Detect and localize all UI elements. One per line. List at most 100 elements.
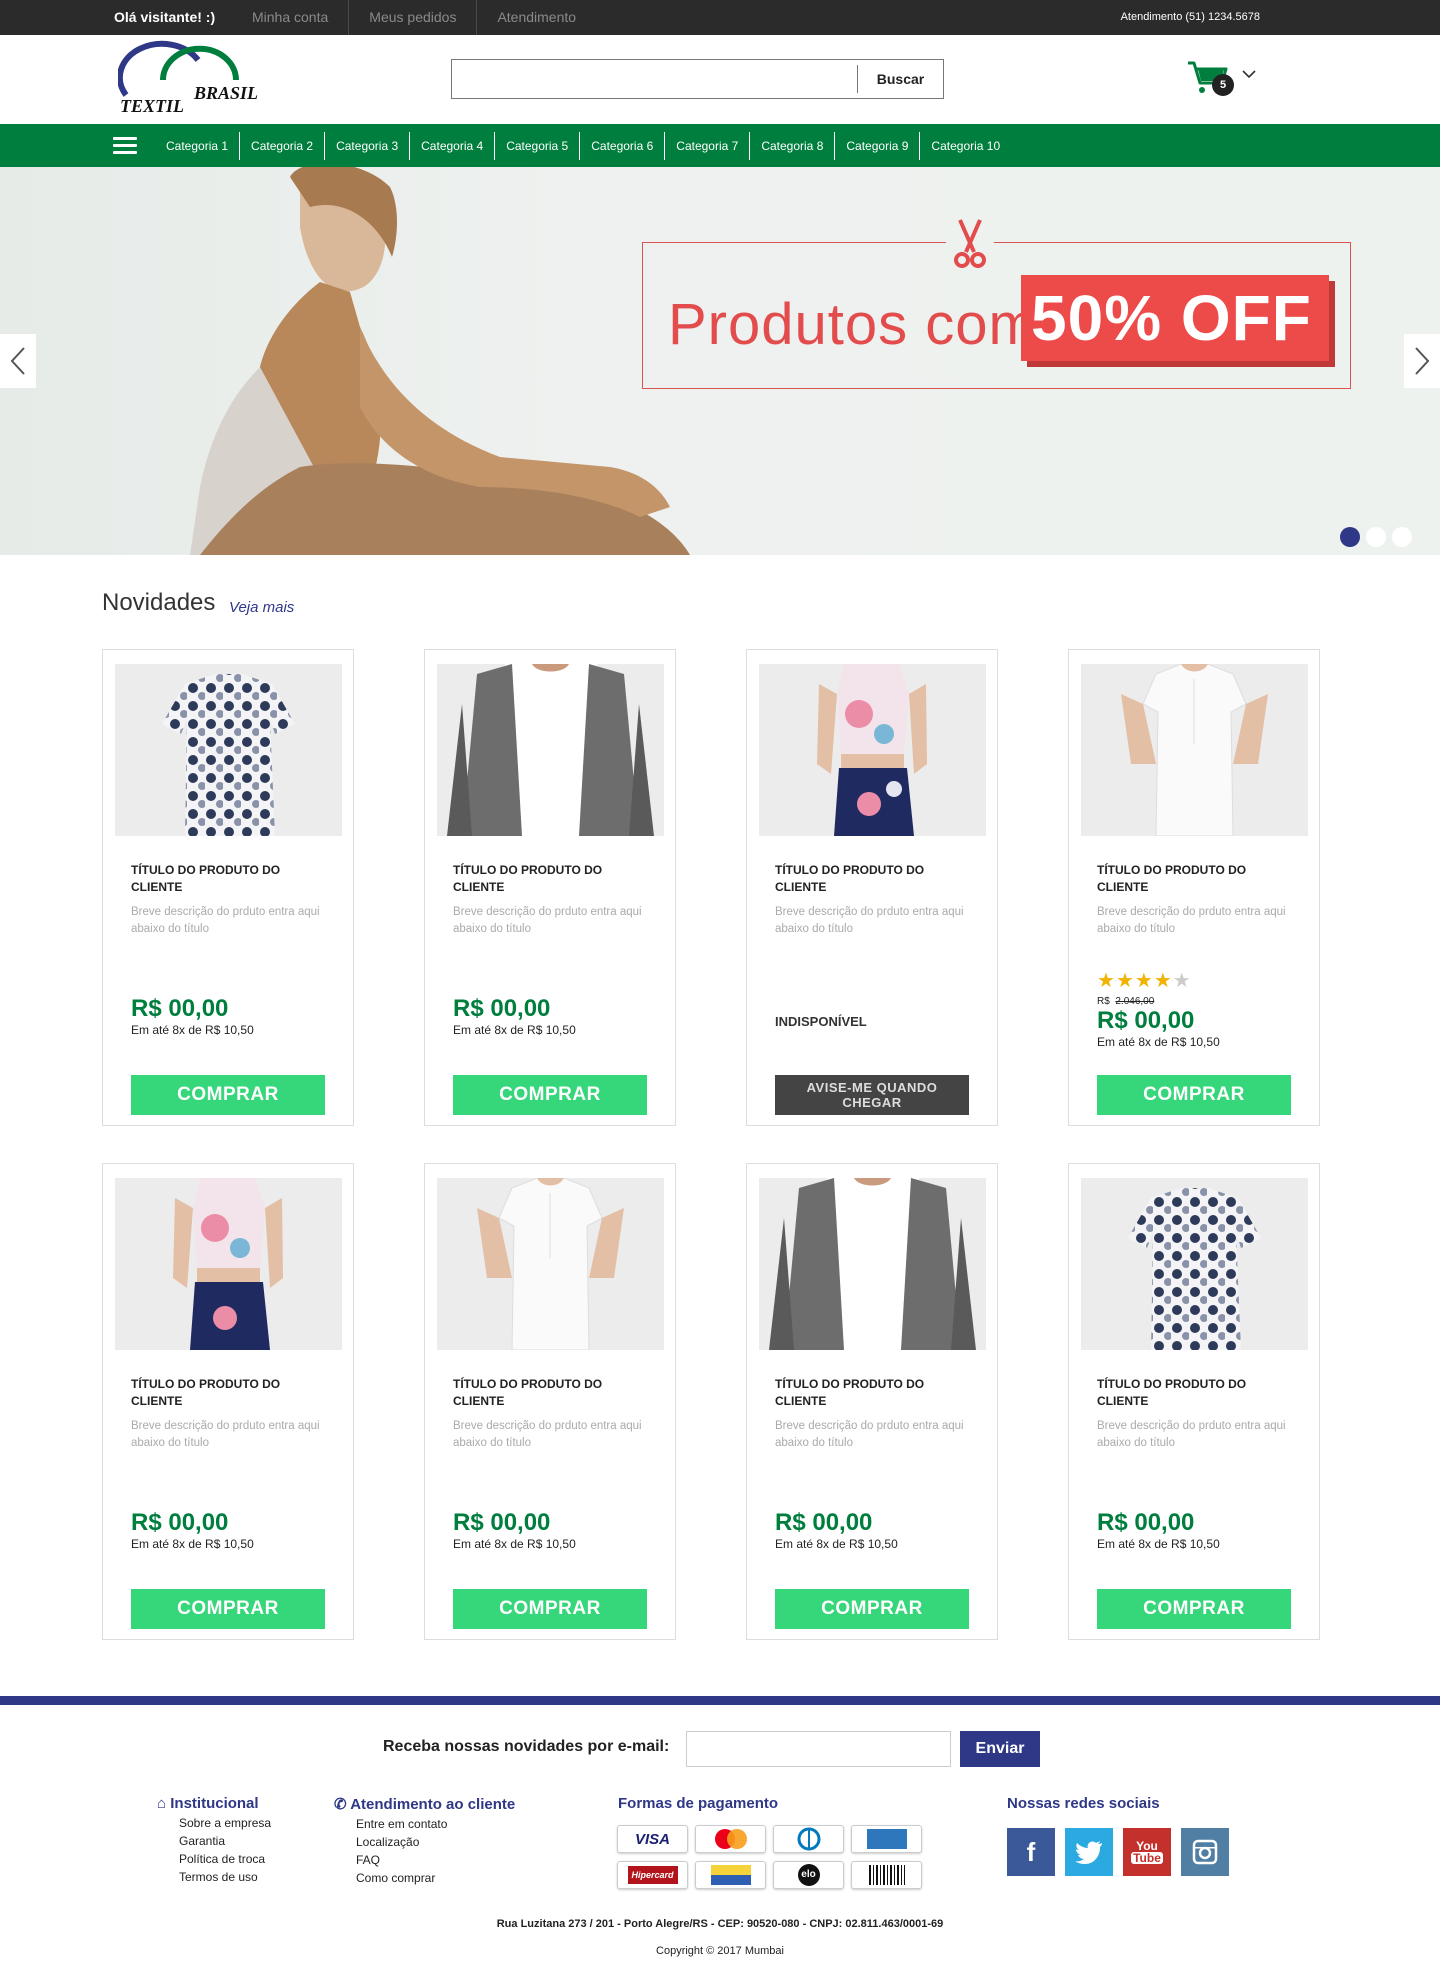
buy-button[interactable]: COMPRAR — [453, 1589, 647, 1629]
see-more-link[interactable]: Veja mais — [229, 599, 294, 616]
diners-icon — [773, 1825, 844, 1853]
instagram-icon[interactable] — [1181, 1828, 1229, 1876]
category-nav: Categoria 1 Categoria 2 Categoria 3 Cate… — [0, 124, 1440, 167]
product-installments: Em até 8x de R$ 10,50 — [453, 1537, 576, 1551]
product-description: Breve descrição do prduto entra aqui aba… — [131, 1420, 320, 1449]
twitter-icon[interactable] — [1065, 1828, 1113, 1876]
newsletter-email-input[interactable] — [686, 1731, 951, 1767]
footer-link[interactable]: Garantia — [179, 1832, 271, 1850]
scissors-icon — [946, 218, 994, 270]
nav-category-4[interactable]: Categoria 4 — [410, 131, 496, 160]
product-card[interactable]: Título do produto do cliente Breve descr… — [102, 1163, 354, 1640]
star-icon: ★ — [1097, 970, 1116, 992]
nav-category-10[interactable]: Categoria 10 — [920, 132, 1011, 160]
product-card[interactable]: Título do produto do cliente Breve descr… — [1068, 1163, 1320, 1640]
product-title[interactable]: Título do produto do cliente — [775, 862, 975, 896]
nav-category-3[interactable]: Categoria 3 — [325, 131, 411, 160]
header: BRASIL TEXTIL Buscar 5 — [0, 35, 1440, 124]
footer-link[interactable]: Termos de uso — [179, 1868, 271, 1886]
product-title[interactable]: Título do produto do cliente — [453, 1376, 653, 1410]
product-image[interactable] — [759, 1178, 986, 1350]
cart[interactable]: 5 — [1186, 59, 1262, 101]
amex-icon — [851, 1825, 922, 1853]
hipercard-icon: Hipercard — [617, 1861, 688, 1889]
carousel-dot-3[interactable] — [1392, 527, 1412, 547]
search-button[interactable]: Buscar — [857, 65, 943, 93]
product-card[interactable]: Título do produto do cliente Breve descr… — [102, 649, 354, 1126]
buy-button[interactable]: COMPRAR — [131, 1589, 325, 1629]
carousel-next-button[interactable] — [1404, 334, 1440, 388]
buy-button[interactable]: COMPRAR — [453, 1075, 647, 1115]
visa-icon: VISA — [617, 1825, 688, 1853]
product-card[interactable]: Título do produto do cliente Breve descr… — [746, 649, 998, 1126]
hero-banner[interactable]: Produtos com 50% OFF — [0, 167, 1440, 555]
carousel-prev-button[interactable] — [0, 334, 36, 388]
youtube-icon[interactable]: You Tube — [1123, 1828, 1171, 1876]
footer-link[interactable]: Sobre a empresa — [179, 1814, 271, 1832]
product-title[interactable]: Título do produto do cliente — [131, 1376, 331, 1410]
chevron-down-icon[interactable] — [1242, 69, 1256, 79]
menu-icon[interactable] — [113, 137, 137, 155]
newsletter-submit-button[interactable]: Enviar — [960, 1731, 1040, 1767]
chevron-right-icon — [1415, 347, 1430, 375]
cart-count-badge: 5 — [1212, 74, 1234, 96]
product-card[interactable]: Título do produto do cliente Breve descr… — [746, 1163, 998, 1640]
notify-me-button[interactable]: AVISE-ME QUANDO CHEGAR — [775, 1075, 969, 1115]
nav-category-5[interactable]: Categoria 5 — [495, 131, 581, 160]
product-card[interactable]: Título do produto do cliente Breve descr… — [1068, 649, 1320, 1126]
product-title[interactable]: Título do produto do cliente — [453, 862, 653, 896]
product-title[interactable]: Título do produto do cliente — [131, 862, 331, 896]
facebook-icon[interactable]: f — [1007, 1828, 1055, 1876]
promo-text: Produtos com — [668, 292, 1038, 357]
footer-link[interactable]: Política de troca — [179, 1850, 271, 1868]
footer-link[interactable]: Localização — [356, 1833, 515, 1851]
product-price: R$ 00,00 — [131, 1509, 229, 1536]
nav-category-9[interactable]: Categoria 9 — [835, 131, 921, 160]
product-description: Breve descrição do prduto entra aqui aba… — [453, 906, 642, 935]
product-image[interactable] — [437, 1178, 664, 1350]
logo[interactable]: BRASIL TEXTIL — [116, 40, 278, 116]
carousel-dot-1[interactable] — [1340, 527, 1360, 547]
my-orders-link[interactable]: Meus pedidos — [349, 0, 478, 35]
unavailable-label: INDISPONÍVEL — [775, 1014, 867, 1029]
search-box: Buscar — [451, 59, 944, 99]
product-title[interactable]: Título do produto do cliente — [1097, 1376, 1297, 1410]
nav-category-2[interactable]: Categoria 2 — [240, 131, 326, 160]
product-card[interactable]: Título do produto do cliente Breve descr… — [424, 649, 676, 1126]
elo-icon: elo — [773, 1861, 844, 1889]
product-description: Breve descrição do prduto entra aqui aba… — [131, 906, 320, 935]
footer-link[interactable]: FAQ — [356, 1851, 515, 1869]
footer-link[interactable]: Entre em contato — [356, 1815, 515, 1833]
product-card[interactable]: Título do produto do cliente Breve descr… — [424, 1163, 676, 1640]
product-price: R$ 00,00 — [453, 995, 551, 1022]
product-installments: Em até 8x de R$ 10,50 — [131, 1537, 254, 1551]
product-image[interactable] — [115, 1178, 342, 1350]
footer-link[interactable]: Como comprar — [356, 1869, 515, 1887]
carousel-dot-2[interactable] — [1366, 527, 1386, 547]
nav-category-1[interactable]: Categoria 1 — [155, 131, 241, 160]
search-input[interactable] — [452, 60, 857, 98]
support-link[interactable]: Atendimento — [477, 0, 596, 35]
product-image[interactable] — [1081, 664, 1308, 836]
footer-divider — [0, 1696, 1440, 1705]
barcode-icon — [851, 1861, 922, 1889]
buy-button[interactable]: COMPRAR — [775, 1589, 969, 1629]
buy-button[interactable]: COMPRAR — [131, 1075, 325, 1115]
star-icon: ★ — [1115, 970, 1135, 992]
nav-category-6[interactable]: Categoria 6 — [580, 131, 666, 160]
footer-heading: Formas de pagamento — [618, 1795, 779, 1812]
nav-category-8[interactable]: Categoria 8 — [750, 131, 836, 160]
product-image[interactable] — [759, 664, 986, 836]
product-title[interactable]: Título do produto do cliente — [775, 1376, 975, 1410]
section-title: Novidades — [102, 589, 216, 616]
product-title[interactable]: Título do produto do cliente — [1097, 862, 1297, 896]
nav-category-7[interactable]: Categoria 7 — [665, 131, 751, 160]
product-image[interactable] — [115, 664, 342, 836]
carousel-dots — [1340, 527, 1412, 547]
product-image[interactable] — [437, 664, 664, 836]
buy-button[interactable]: COMPRAR — [1097, 1589, 1291, 1629]
my-account-link[interactable]: Minha conta — [232, 0, 350, 35]
buy-button[interactable]: COMPRAR — [1097, 1075, 1291, 1115]
product-description: Breve descrição do prduto entra aqui aba… — [1097, 1420, 1286, 1449]
product-image[interactable] — [1081, 1178, 1308, 1350]
